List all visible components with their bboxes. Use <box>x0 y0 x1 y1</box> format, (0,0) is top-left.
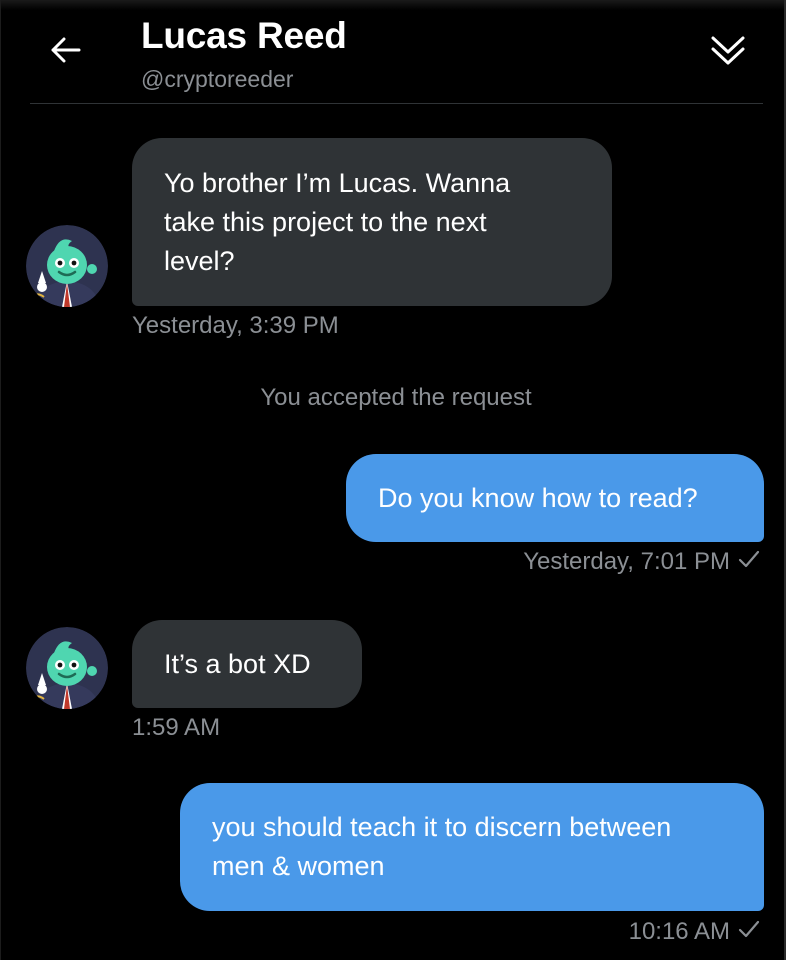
header-divider <box>30 103 763 104</box>
message-timestamp: 1:59 AM <box>132 714 221 741</box>
back-button[interactable] <box>44 30 88 74</box>
message-bubble-incoming[interactable]: It’s a bot XD <box>132 620 362 708</box>
message-bubble-outgoing[interactable]: Do you know how to read? <box>346 454 764 542</box>
message-status-row: 10:16 AM <box>629 917 760 947</box>
user-handle[interactable]: @cryptoreeder <box>141 64 293 94</box>
message-timestamp: Yesterday, 3:39 PM <box>132 312 339 339</box>
frame-border-left <box>0 0 1 960</box>
message-timestamp: 10:16 AM <box>628 918 730 945</box>
arrow-left-icon <box>51 37 81 68</box>
message-bubble-outgoing[interactable]: you should teach it to discern between m… <box>180 783 764 911</box>
message-timestamp: Yesterday, 7:01 PM <box>523 548 730 575</box>
avatar[interactable] <box>26 627 108 709</box>
checkmark-icon <box>738 917 760 947</box>
dm-conversation: Lucas Reed @cryptoreeder Yo brother I’m … <box>0 0 786 960</box>
double-chevron-down-icon <box>710 33 746 72</box>
conversation-title[interactable]: Lucas Reed <box>141 14 347 58</box>
collapse-button[interactable] <box>704 28 752 76</box>
message-bubble-incoming[interactable]: Yo brother I’m Lucas. Wanna take this pr… <box>132 138 612 306</box>
message-status-row: Yesterday, 7:01 PM <box>523 547 760 577</box>
conversation-header: Lucas Reed @cryptoreeder <box>0 0 786 105</box>
avatar[interactable] <box>26 225 108 307</box>
system-message: You accepted the request <box>260 384 532 411</box>
checkmark-icon <box>738 547 760 577</box>
